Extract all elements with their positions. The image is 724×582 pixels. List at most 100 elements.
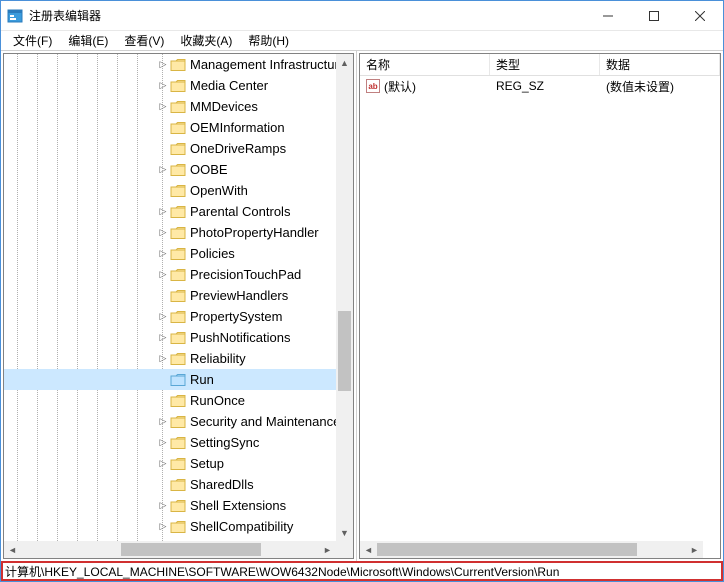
tree-pane: ▷Management Infrastructure▷Media Center▷… (1, 51, 357, 561)
chevron-right-icon[interactable]: ▷ (156, 248, 170, 259)
tree-item[interactable]: ▷ Setup (4, 453, 336, 474)
tree-item[interactable]: ▷Security and Maintenance (4, 411, 336, 432)
tree-item-label: PreviewHandlers (190, 288, 288, 303)
tree-scrollbar-horizontal[interactable]: ◄ ► (4, 541, 336, 558)
chevron-right-icon[interactable]: ▷ (156, 311, 170, 322)
scroll-left-icon[interactable]: ◄ (360, 541, 377, 558)
scroll-thumb-h[interactable] (377, 543, 637, 556)
tree-item[interactable]: ▷Shell Extensions (4, 495, 336, 516)
col-type[interactable]: 类型 (490, 54, 600, 75)
tree-list[interactable]: ▷Management Infrastructure▷Media Center▷… (4, 54, 336, 541)
scroll-thumb-h[interactable] (121, 543, 261, 556)
list-header[interactable]: 名称 类型 数据 (360, 54, 720, 76)
app-icon (7, 8, 23, 24)
scroll-up-icon[interactable]: ▲ (336, 54, 353, 71)
tree-item[interactable]: ▷PushNotifications (4, 327, 336, 348)
titlebar: 注册表编辑器 (1, 1, 723, 31)
chevron-right-icon[interactable]: ▷ (156, 416, 170, 427)
menu-file[interactable]: 文件(F) (5, 30, 60, 51)
scroll-track-v[interactable] (336, 71, 353, 524)
chevron-right-icon[interactable]: ▷ (156, 437, 170, 448)
menu-help[interactable]: 帮助(H) (240, 30, 297, 51)
menubar: 文件(F) 编辑(E) 查看(V) 收藏夹(A) 帮助(H) (1, 31, 723, 51)
scroll-left-icon[interactable]: ◄ (4, 541, 21, 558)
tree-scrollbar-vertical[interactable]: ▲ ▼ (336, 54, 353, 541)
tree-item[interactable]: OpenWith (4, 180, 336, 201)
tree-item-label: SharedDlls (190, 477, 254, 492)
scroll-track-h[interactable] (377, 541, 686, 558)
scroll-right-icon[interactable]: ► (319, 541, 336, 558)
col-data[interactable]: 数据 (600, 54, 720, 75)
chevron-right-icon[interactable]: ▷ (156, 59, 170, 70)
tree-item-label: Management Infrastructure (190, 57, 336, 72)
list-row[interactable]: ab(默认)REG_SZ(数值未设置) (360, 76, 720, 96)
chevron-right-icon[interactable]: ▷ (156, 500, 170, 511)
folder-icon (170, 520, 186, 534)
tree-item[interactable]: ▷Reliability (4, 348, 336, 369)
folder-icon (170, 436, 186, 450)
chevron-right-icon[interactable]: ▷ (156, 206, 170, 217)
folder-icon (170, 205, 186, 219)
folder-icon (170, 415, 186, 429)
tree-item[interactable]: ▷PrecisionTouchPad (4, 264, 336, 285)
chevron-right-icon[interactable]: ▷ (156, 227, 170, 238)
chevron-right-icon[interactable]: ▷ (156, 458, 170, 469)
folder-icon (170, 331, 186, 345)
tree-item-label: PropertySystem (190, 309, 282, 324)
tree-item[interactable]: SharedDlls (4, 474, 336, 495)
list-scrollbar-horizontal[interactable]: ◄ ► (360, 541, 703, 558)
tree-item-label: MMDevices (190, 99, 258, 114)
tree-item[interactable]: RunOnce (4, 390, 336, 411)
tree-item[interactable]: OEMInformation (4, 117, 336, 138)
tree-item-label: Policies (190, 246, 235, 261)
tree-item-label: Setup (190, 456, 224, 471)
col-name[interactable]: 名称 (360, 54, 490, 75)
chevron-right-icon[interactable]: ▷ (156, 521, 170, 532)
tree-item[interactable]: ▷PhotoPropertyHandler (4, 222, 336, 243)
maximize-button[interactable] (631, 1, 677, 31)
tree-item[interactable]: ▷ PropertySystem (4, 306, 336, 327)
scroll-down-icon[interactable]: ▼ (336, 524, 353, 541)
cell-type: REG_SZ (490, 79, 600, 93)
tree-item-label: RunOnce (190, 393, 245, 408)
list-body[interactable]: ab(默认)REG_SZ(数值未设置) (360, 76, 720, 541)
tree-item[interactable]: ▷ MMDevices (4, 96, 336, 117)
menu-favorites[interactable]: 收藏夹(A) (172, 30, 240, 51)
menu-view[interactable]: 查看(V) (116, 30, 172, 51)
tree-item[interactable]: Run (4, 369, 336, 390)
chevron-right-icon[interactable]: ▷ (156, 269, 170, 280)
menu-edit[interactable]: 编辑(E) (60, 30, 116, 51)
tree-item[interactable]: ▷ Management Infrastructure (4, 54, 336, 75)
tree-item[interactable]: ▷OOBE (4, 159, 336, 180)
chevron-right-icon[interactable]: ▷ (156, 80, 170, 91)
close-button[interactable] (677, 1, 723, 31)
folder-icon (170, 79, 186, 93)
tree-item[interactable]: ▷ Policies (4, 243, 336, 264)
tree-item[interactable]: ▷Parental Controls (4, 201, 336, 222)
value-name: (默认) (384, 78, 416, 95)
tree-item-label: OneDriveRamps (190, 141, 286, 156)
chevron-right-icon[interactable]: ▷ (156, 164, 170, 175)
minimize-button[interactable] (585, 1, 631, 31)
chevron-right-icon[interactable]: ▷ (156, 101, 170, 112)
scroll-track-h[interactable] (21, 541, 319, 558)
folder-icon (170, 310, 186, 324)
tree-item[interactable]: ▷Media Center (4, 75, 336, 96)
folder-icon (170, 121, 186, 135)
scroll-right-icon[interactable]: ► (686, 541, 703, 558)
scroll-thumb-v[interactable] (338, 311, 351, 391)
tree-item[interactable]: OneDriveRamps (4, 138, 336, 159)
folder-icon (170, 289, 186, 303)
folder-icon (170, 226, 186, 240)
folder-icon (170, 478, 186, 492)
tree-item[interactable]: ▷SettingSync (4, 432, 336, 453)
cell-data: (数值未设置) (600, 78, 720, 95)
folder-icon (170, 499, 186, 513)
chevron-right-icon[interactable]: ▷ (156, 353, 170, 364)
tree-item[interactable]: ▷ShellCompatibility (4, 516, 336, 537)
window-title: 注册表编辑器 (29, 7, 101, 24)
folder-icon (170, 268, 186, 282)
tree-item[interactable]: PreviewHandlers (4, 285, 336, 306)
chevron-right-icon[interactable]: ▷ (156, 332, 170, 343)
tree-item-label: Run (190, 372, 214, 387)
